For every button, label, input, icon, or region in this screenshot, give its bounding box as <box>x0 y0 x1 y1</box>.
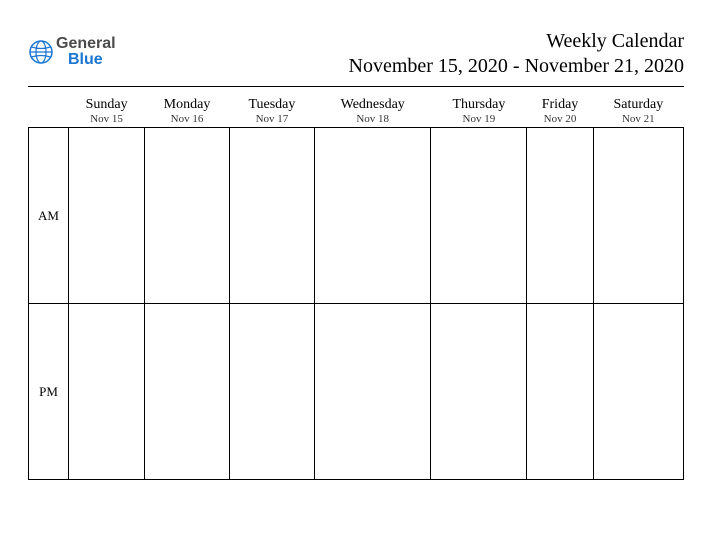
period-header-blank <box>29 93 69 128</box>
date-range: November 15, 2020 - November 21, 2020 <box>349 55 685 78</box>
day-header-sunday: Sunday Nov 15 <box>69 93 145 128</box>
day-date: Nov 17 <box>229 113 314 125</box>
day-date: Nov 20 <box>527 113 593 125</box>
day-date: Nov 21 <box>593 113 683 125</box>
title-block: Weekly Calendar November 15, 2020 - Nove… <box>349 30 685 78</box>
calendar-grid: Sunday Nov 15 Monday Nov 16 Tuesday Nov … <box>28 93 684 480</box>
day-header-saturday: Saturday Nov 21 <box>593 93 683 128</box>
globe-icon <box>28 39 54 65</box>
day-name: Wednesday <box>314 97 430 113</box>
day-name: Saturday <box>593 97 683 113</box>
day-date: Nov 18 <box>314 113 430 125</box>
period-am: AM <box>29 128 69 304</box>
day-header-tuesday: Tuesday Nov 17 <box>229 93 314 128</box>
logo-line2: Blue <box>56 52 116 68</box>
day-date: Nov 15 <box>69 113 145 125</box>
logo: General Blue <box>28 30 116 68</box>
cell-am-monday <box>145 128 230 304</box>
period-pm: PM <box>29 304 69 480</box>
cell-am-thursday <box>431 128 527 304</box>
logo-line1: General <box>56 36 116 52</box>
am-row: AM <box>29 128 684 304</box>
day-header-monday: Monday Nov 16 <box>145 93 230 128</box>
cell-pm-saturday <box>593 304 683 480</box>
cell-am-tuesday <box>229 128 314 304</box>
cell-pm-wednesday <box>314 304 430 480</box>
day-header-friday: Friday Nov 20 <box>527 93 593 128</box>
cell-am-friday <box>527 128 593 304</box>
cell-pm-friday <box>527 304 593 480</box>
cell-pm-thursday <box>431 304 527 480</box>
day-name: Sunday <box>69 97 145 113</box>
cell-am-sunday <box>69 128 145 304</box>
header: General Blue Weekly Calendar November 15… <box>28 30 684 78</box>
cell-pm-sunday <box>69 304 145 480</box>
day-name: Monday <box>145 97 230 113</box>
day-name: Thursday <box>431 97 527 113</box>
day-name: Friday <box>527 97 593 113</box>
day-date: Nov 16 <box>145 113 230 125</box>
divider <box>28 86 684 87</box>
cell-pm-monday <box>145 304 230 480</box>
day-header-thursday: Thursday Nov 19 <box>431 93 527 128</box>
day-header-wednesday: Wednesday Nov 18 <box>314 93 430 128</box>
cell-am-saturday <box>593 128 683 304</box>
day-name: Tuesday <box>229 97 314 113</box>
logo-text: General Blue <box>56 36 116 68</box>
day-date: Nov 19 <box>431 113 527 125</box>
cell-pm-tuesday <box>229 304 314 480</box>
page-title: Weekly Calendar <box>349 30 685 53</box>
pm-row: PM <box>29 304 684 480</box>
cell-am-wednesday <box>314 128 430 304</box>
